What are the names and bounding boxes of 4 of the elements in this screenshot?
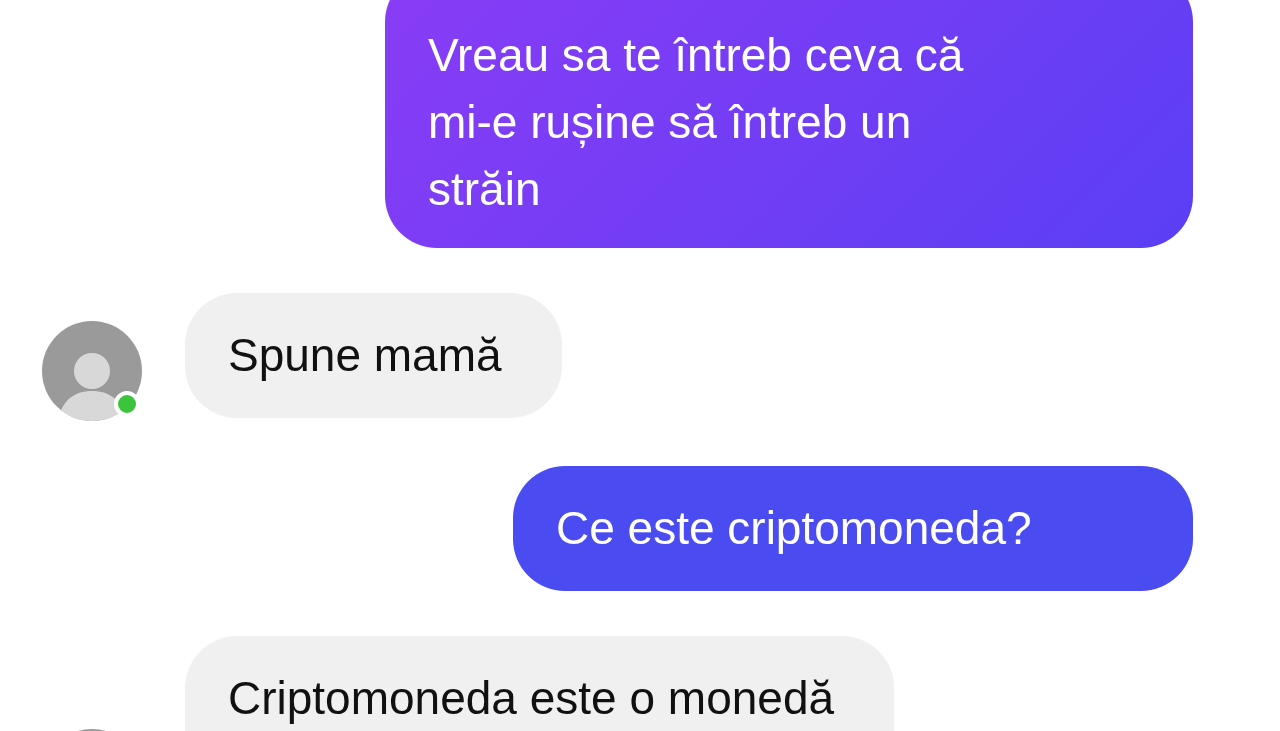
sent-message: Ce este criptomoneda? — [513, 466, 1193, 591]
received-message: Spune mamă — [185, 293, 562, 418]
received-message: Criptomoneda este o monedă — [185, 636, 895, 731]
sent-message: Vreau sa te întreb ceva că mi-e rușine să întreb un străin — [385, 0, 1193, 248]
